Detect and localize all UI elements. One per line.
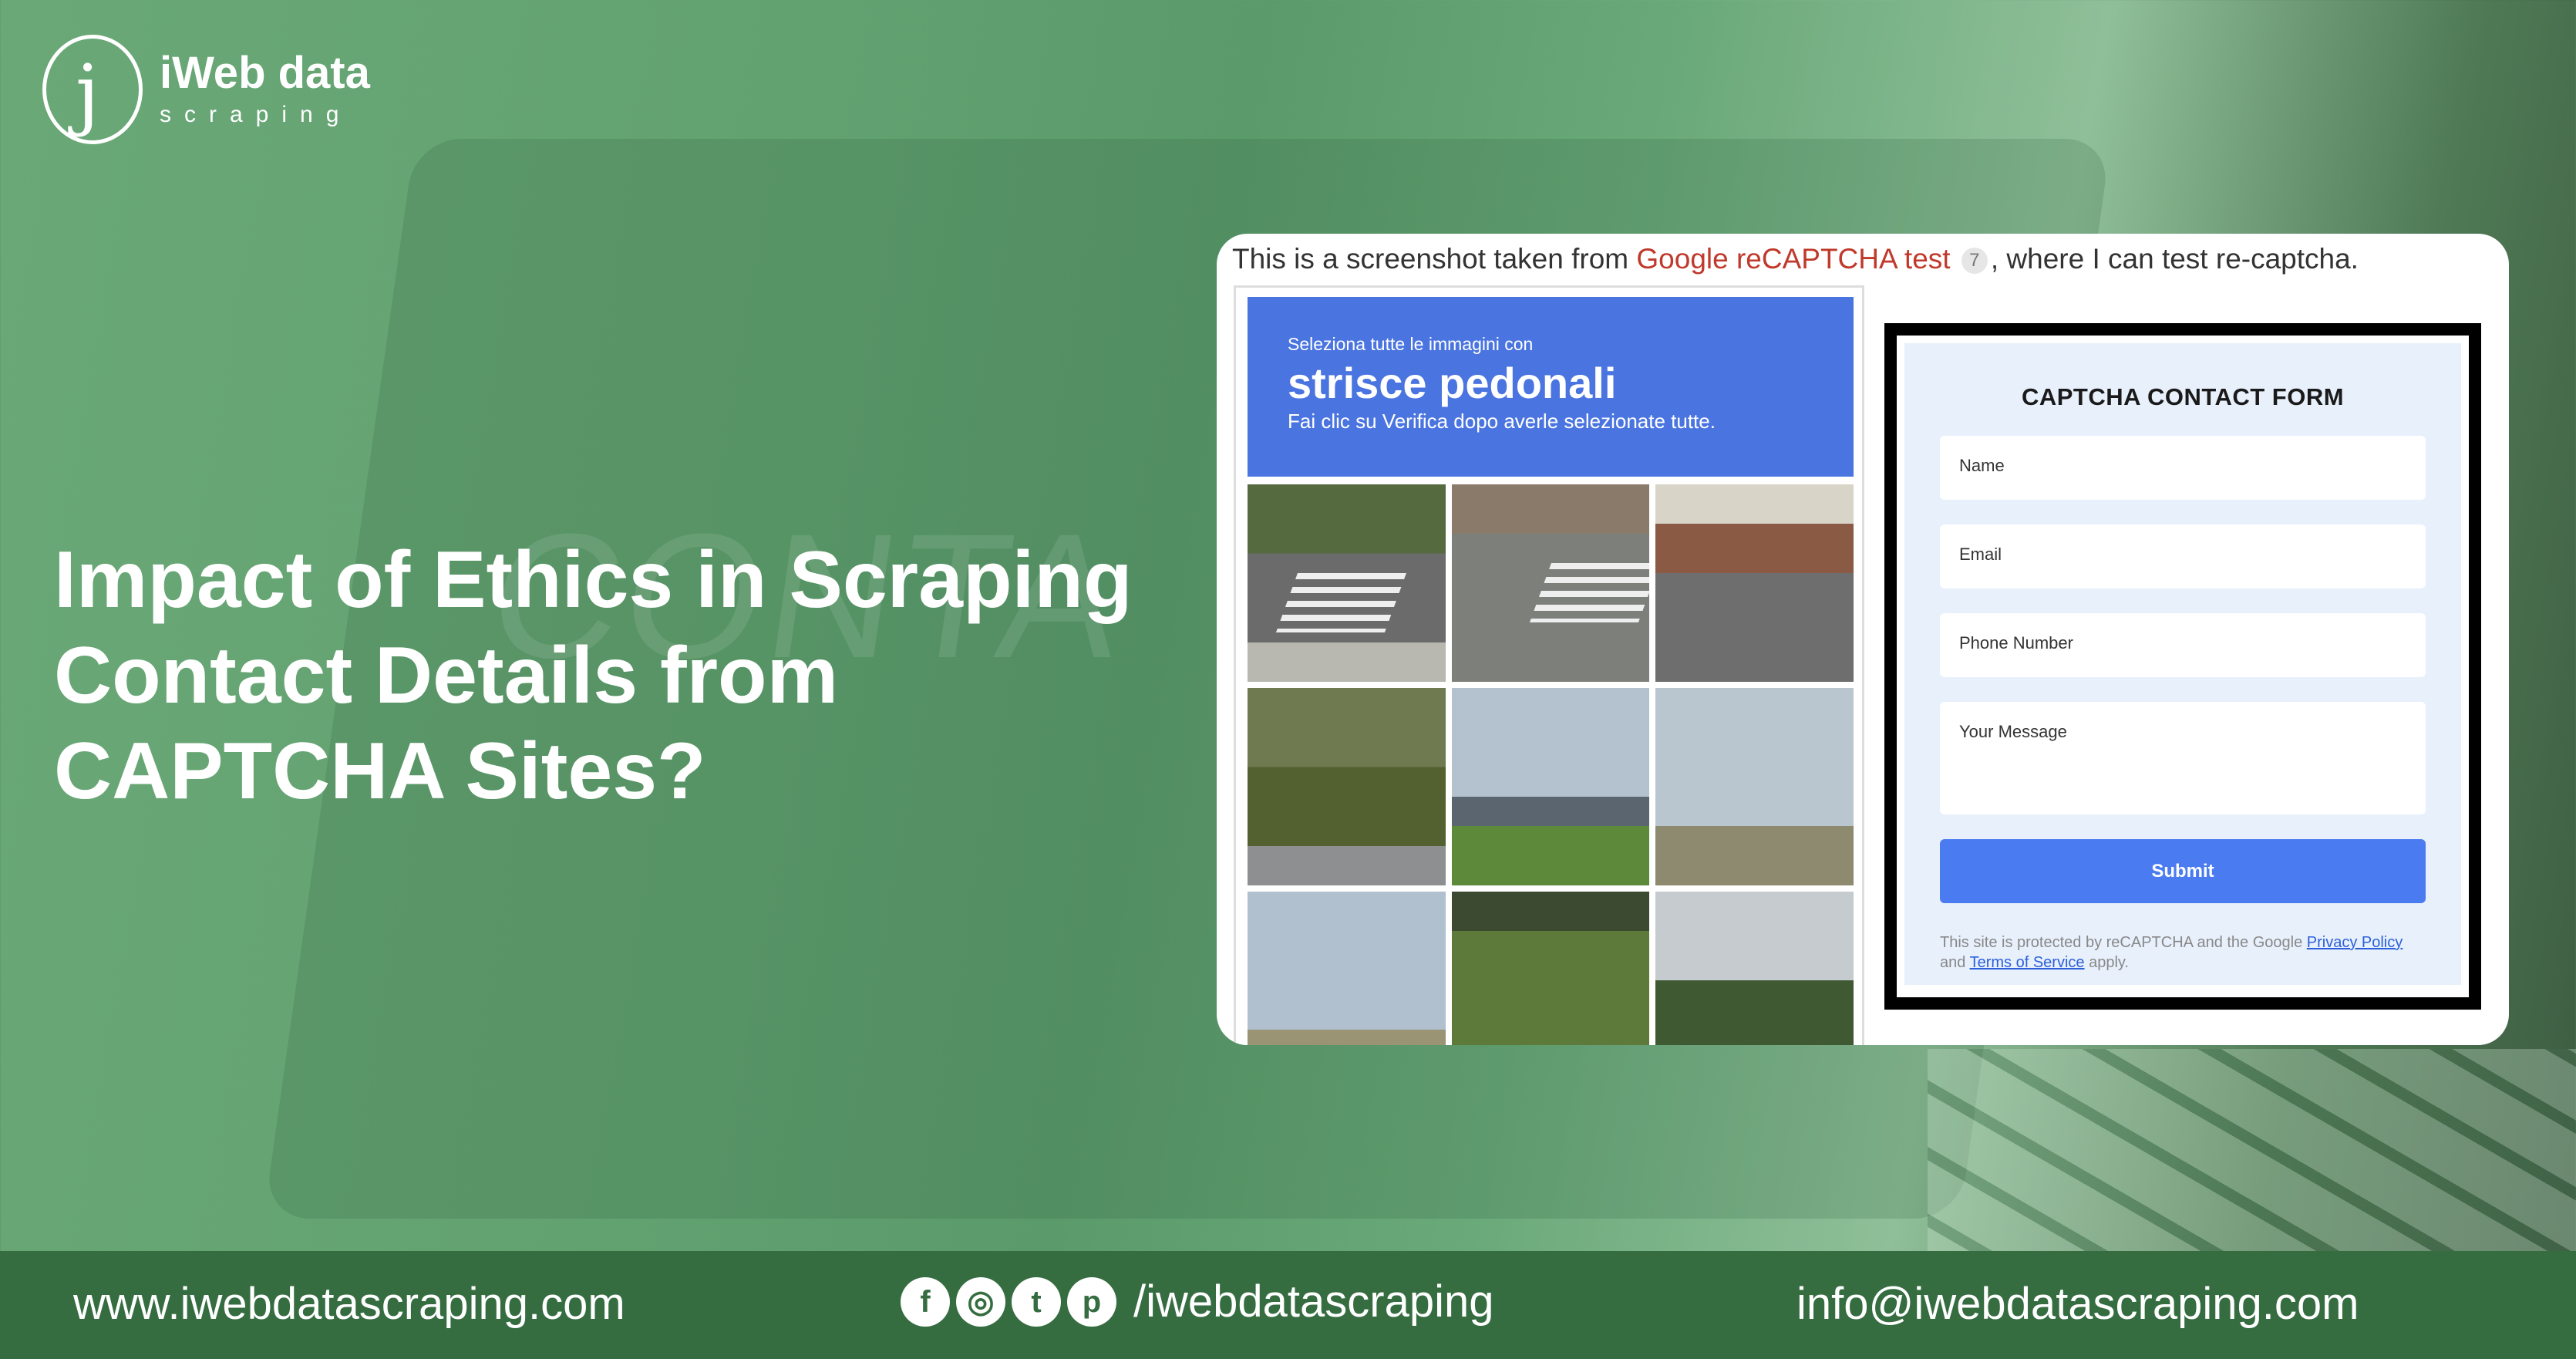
brand-name: iWeb data	[160, 48, 370, 98]
social-handle: /iwebdatascraping	[1133, 1276, 1494, 1327]
recaptcha-widget: Seleziona tutte le immagini con strisce …	[1234, 285, 1864, 1045]
brand-tagline: scraping	[160, 102, 352, 127]
headline: Impact of Ethics in Scraping Contact Det…	[54, 535, 1133, 816]
social-links: f ◎ t p /iwebdatascraping	[901, 1276, 1494, 1327]
phone-field[interactable]: Phone Number	[1940, 613, 2426, 677]
website-link[interactable]: www.iwebdatascraping.com	[73, 1278, 625, 1330]
pinterest-icon[interactable]: p	[1067, 1276, 1116, 1327]
email-field[interactable]: Email	[1940, 524, 2426, 588]
captcha-prompt: Seleziona tutte le immagini con strisce …	[1248, 297, 1854, 477]
background-keyboard	[1928, 1049, 2576, 1280]
facebook-icon[interactable]: f	[901, 1276, 950, 1327]
contact-form: CAPTCHA CONTACT FORM Name Email Phone Nu…	[1904, 343, 2461, 985]
brand-logo[interactable]: j iWeb data scraping	[42, 35, 370, 144]
recaptcha-disclaimer: This site is protected by reCAPTCHA and …	[1940, 934, 2403, 971]
captcha-tile[interactable]	[1451, 484, 1650, 682]
email-link[interactable]: info@iwebdatascraping.com	[1796, 1278, 2359, 1330]
captcha-tile[interactable]	[1451, 892, 1650, 1045]
card-caption: This is a screenshot taken from Google r…	[1232, 243, 2359, 275]
captcha-tile[interactable]	[1451, 688, 1650, 885]
captcha-tile[interactable]	[1248, 484, 1446, 682]
footer: www.iwebdatascraping.com f ◎ t p /iwebda…	[0, 1251, 2576, 1359]
captcha-target: strisce pedonali	[1288, 359, 1617, 407]
captcha-tile[interactable]	[1655, 688, 1854, 885]
captcha-tile[interactable]	[1655, 892, 1854, 1045]
privacy-policy-link[interactable]: Privacy Policy	[2307, 934, 2403, 951]
name-field[interactable]: Name	[1940, 436, 2426, 500]
captcha-tile[interactable]	[1248, 688, 1446, 885]
captcha-tile[interactable]	[1248, 892, 1446, 1045]
screenshot-card: This is a screenshot taken from Google r…	[1217, 234, 2509, 1045]
instagram-icon[interactable]: ◎	[956, 1276, 1005, 1327]
form-title: CAPTCHA CONTACT FORM	[2021, 383, 2345, 410]
reference-badge: 7	[1961, 248, 1988, 275]
captcha-image-grid	[1248, 484, 1854, 1045]
contact-form-frame: CAPTCHA CONTACT FORM Name Email Phone Nu…	[1884, 323, 2481, 1010]
submit-button[interactable]: Submit	[1940, 839, 2426, 903]
logo-mark-icon: j	[42, 35, 143, 144]
message-field[interactable]: Your Message	[1940, 702, 2426, 814]
captcha-tile[interactable]	[1655, 484, 1854, 682]
terms-link[interactable]: Terms of Service	[1970, 954, 2085, 971]
recaptcha-test-link[interactable]: Google reCAPTCHA test	[1636, 243, 1950, 275]
twitter-icon[interactable]: t	[1012, 1276, 1061, 1327]
